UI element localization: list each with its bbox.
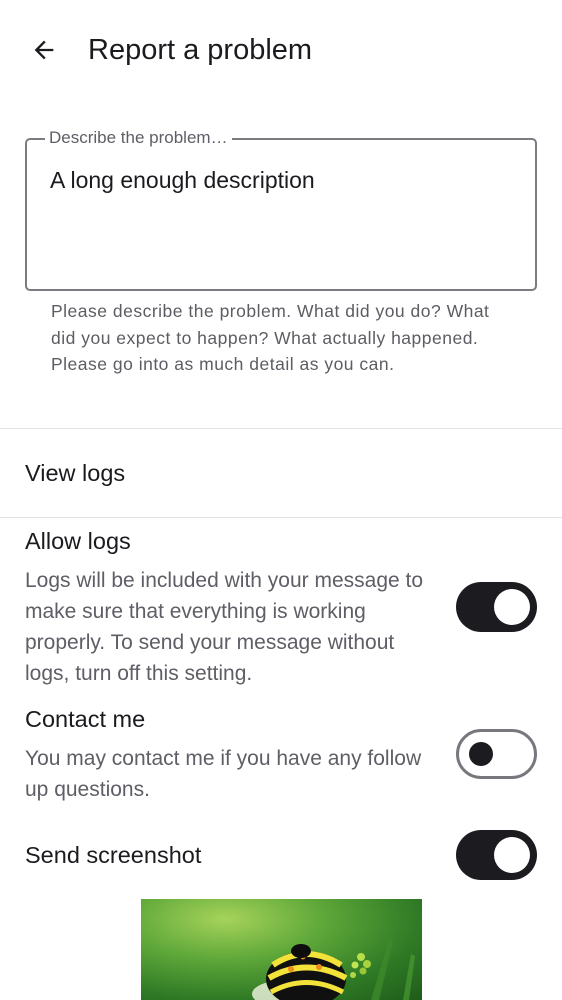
- send-screenshot-title: Send screenshot: [25, 842, 202, 868]
- switch-thumb: [494, 589, 530, 625]
- divider: [0, 517, 562, 518]
- problem-description-label: Describe the problem…: [45, 127, 232, 149]
- view-logs-label: View logs: [25, 460, 126, 486]
- problem-description-helper-text: Please describe the problem. What did yo…: [51, 301, 490, 374]
- divider: [0, 428, 562, 429]
- switch-thumb: [494, 837, 530, 873]
- contact-me-description: You may contact me if you have any follo…: [25, 747, 422, 801]
- allow-logs-description: Logs will be included with your message …: [25, 569, 424, 685]
- view-logs-item[interactable]: View logs: [0, 430, 562, 516]
- page-title: Report a problem: [88, 34, 313, 66]
- caterpillar-image: [252, 939, 415, 1000]
- screenshot-preview: [141, 899, 422, 1000]
- allow-logs-title: Allow logs: [25, 528, 131, 554]
- contact-me-switch[interactable]: [456, 729, 537, 779]
- problem-description-input[interactable]: A long enough description: [50, 164, 315, 196]
- back-button[interactable]: [22, 28, 66, 72]
- send-screenshot-switch[interactable]: [456, 830, 537, 880]
- top-app-bar: Report a problem: [0, 0, 562, 100]
- problem-description-field[interactable]: Describe the problem… A long enough desc…: [25, 127, 537, 291]
- allow-logs-switch[interactable]: [456, 582, 537, 632]
- switch-thumb: [469, 742, 493, 766]
- arrow-back-icon: [34, 40, 54, 60]
- contact-me-title: Contact me: [25, 706, 146, 732]
